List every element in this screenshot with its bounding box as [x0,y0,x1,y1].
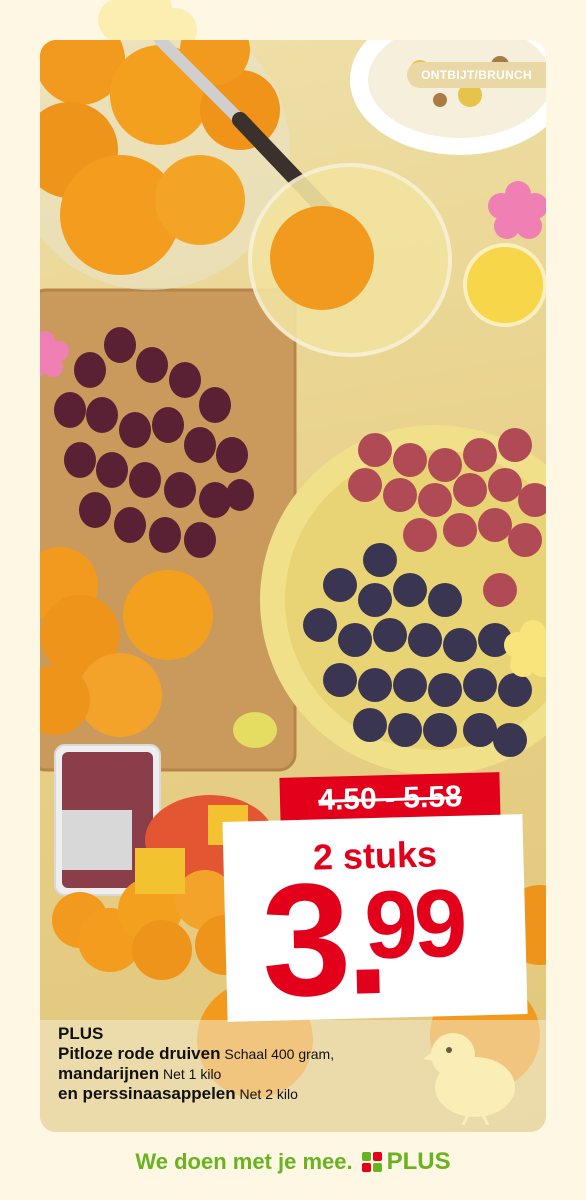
product-line: Pitloze rode druiven Schaal 400 gram, [58,1044,528,1064]
product-name: en perssinaasappelen [58,1084,236,1103]
product-line: en perssinaasappelen Net 2 kilo [58,1084,528,1104]
plus-logo-icon [361,1152,382,1172]
product-name: Pitloze rode druiven [58,1044,221,1063]
product-name: mandarijnen [58,1064,160,1083]
product-detail: Net 1 kilo [162,1066,222,1082]
plus-logo: PLUS [361,1148,451,1176]
product-line: mandarijnen Net 1 kilo [58,1064,528,1084]
product-description: PLUS Pitloze rode druiven Schaal 400 gra… [58,1024,528,1104]
flower-icon [40,331,69,377]
flower-icon [488,181,546,239]
footer: We doen met je mee. PLUS [0,1148,586,1176]
footer-slogan: We doen met je mee. [135,1149,353,1174]
product-brand: PLUS [58,1024,104,1043]
plus-logo-text: PLUS [386,1148,451,1175]
product-detail: Schaal 400 gram, [224,1046,335,1062]
product-detail: Net 2 kilo [239,1086,298,1102]
old-price: 4.50 - 5.58 [317,780,463,817]
flower-icon [504,620,546,677]
category-tag: ONTBIJT/BRUNCH [407,62,546,88]
price-decimals: 99 [363,869,465,980]
price-main: 3. 99 [238,848,522,1030]
